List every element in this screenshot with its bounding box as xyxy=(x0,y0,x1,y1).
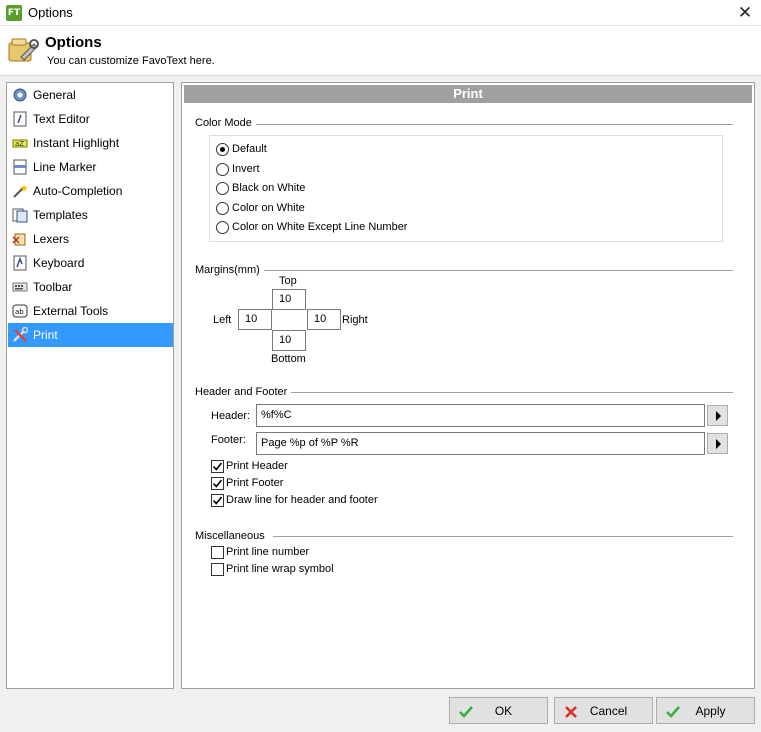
gear-icon xyxy=(13,88,27,102)
ok-label: OK xyxy=(494,704,513,718)
apply-label: Apply xyxy=(695,704,726,718)
radio-indicator[interactable] xyxy=(216,221,229,234)
line-marker-icon xyxy=(13,159,27,175)
header-field[interactable]: %f%C xyxy=(256,404,705,427)
lexers-icon xyxy=(12,233,26,246)
divider xyxy=(273,536,733,537)
checkbox-label: Print Header xyxy=(226,460,288,472)
radio-label: Color on White Except Line Number xyxy=(232,221,408,233)
header-title: Options xyxy=(45,34,102,51)
ok-button[interactable]: OK xyxy=(449,697,548,724)
checkbox-box[interactable] xyxy=(211,563,224,576)
sidebar-item-templates[interactable]: Templates xyxy=(8,203,173,227)
divider xyxy=(252,124,733,125)
text-editor-icon xyxy=(13,111,27,127)
window-title: Options xyxy=(28,5,73,20)
checkbox-label: Draw line for header and footer xyxy=(226,494,378,506)
close-button[interactable]: ✕ xyxy=(729,0,761,26)
checkbox-box[interactable] xyxy=(211,546,224,559)
sidebar-item-label: Print xyxy=(33,328,58,342)
options-icon xyxy=(8,38,39,62)
sidebar-item-text-editor[interactable]: Text Editor xyxy=(8,107,173,131)
misc-label: Miscellaneous xyxy=(195,530,269,542)
header-insert-button[interactable] xyxy=(707,405,728,426)
highlight-icon: aZ xyxy=(12,139,28,148)
margin-left-label: Left xyxy=(213,314,232,326)
sidebar-item-line-marker[interactable]: Line Marker xyxy=(8,155,173,179)
radio-indicator[interactable] xyxy=(216,143,229,156)
footer-insert-button[interactable] xyxy=(707,433,728,454)
margin-bottom-input[interactable]: 10 xyxy=(272,330,306,351)
title-bar: FT Options ✕ xyxy=(0,0,761,26)
sidebar-item-label: Templates xyxy=(33,208,88,222)
sidebar-item-lexers[interactable]: Lexers xyxy=(8,227,173,251)
sidebar-item-keyboard[interactable]: Keyboard xyxy=(8,251,173,275)
radio-label: Default xyxy=(232,143,267,155)
header-subtitle: You can customize FavoText here. xyxy=(47,55,215,67)
keyboard-icon xyxy=(13,255,27,271)
margin-top-label: Top xyxy=(279,275,297,287)
radio-label: Color on White xyxy=(232,202,305,214)
margin-right-input[interactable]: 10 xyxy=(307,309,341,330)
divider xyxy=(260,270,733,271)
checkbox-label: Print Footer xyxy=(226,477,284,489)
sidebar-item-instant-highlight[interactable]: aZ Instant Highlight xyxy=(8,131,173,155)
divider xyxy=(289,392,733,393)
sidebar-item-auto-completion[interactable]: Auto-Completion xyxy=(8,179,173,203)
margin-top-input[interactable]: 10 xyxy=(272,289,306,310)
svg-text:aZ: aZ xyxy=(15,140,24,148)
dialog-header: Options You can customize FavoText here. xyxy=(0,26,761,76)
apply-button[interactable]: Apply xyxy=(656,697,755,724)
external-tools-icon: ab xyxy=(12,304,28,318)
sidebar-item-label: Lexers xyxy=(33,232,70,246)
sidebar-item-external-tools[interactable]: ab External Tools xyxy=(8,299,173,323)
checkbox-box[interactable] xyxy=(211,477,224,490)
section-title: Print xyxy=(184,85,752,103)
svg-text:ab: ab xyxy=(15,308,24,316)
footer-field[interactable]: Page %p of %P %R xyxy=(256,432,705,455)
radio-indicator[interactable] xyxy=(216,182,229,195)
margin-bottom-label: Bottom xyxy=(271,353,306,365)
radio-indicator[interactable] xyxy=(216,202,229,215)
sidebar-item-general[interactable]: General xyxy=(8,83,173,107)
margin-left-input[interactable]: 10 xyxy=(238,309,272,330)
margin-right-label: Right xyxy=(342,314,368,326)
checkbox-label: Print line wrap symbol xyxy=(226,563,334,575)
color-mode-label: Color Mode xyxy=(195,117,256,129)
tools-icon xyxy=(13,327,28,342)
templates-icon xyxy=(12,208,28,223)
radio-label: Black on White xyxy=(232,182,306,194)
checkbox-box[interactable] xyxy=(211,460,224,473)
toolbar-icon xyxy=(12,282,28,292)
sidebar-item-label: Line Marker xyxy=(33,160,97,174)
checkbox-box[interactable] xyxy=(211,494,224,507)
wand-icon xyxy=(13,184,28,198)
sidebar-item-label: Instant Highlight xyxy=(33,136,120,150)
header-footer-label: Header and Footer xyxy=(195,386,292,398)
radio-label: Invert xyxy=(232,163,260,175)
radio-indicator[interactable] xyxy=(216,163,229,176)
sidebar-item-print[interactable]: Print xyxy=(8,323,173,347)
header-field-label: Header: xyxy=(211,410,251,422)
sidebar-item-label: Keyboard xyxy=(33,256,85,270)
sidebar-item-toolbar[interactable]: Toolbar xyxy=(8,275,173,299)
footer-field-label: Footer: xyxy=(211,434,246,446)
sidebar-item-label: Toolbar xyxy=(33,280,73,294)
options-category-list: General Text Editor aZ Instant Highlight… xyxy=(6,82,174,689)
cancel-button[interactable]: Cancel xyxy=(554,697,653,724)
cancel-label: Cancel xyxy=(589,704,628,718)
app-logo-icon: FT xyxy=(6,5,22,21)
sidebar-item-label: External Tools xyxy=(33,304,109,318)
margins-label: Margins(mm) xyxy=(195,264,264,276)
sidebar-item-label: Auto-Completion xyxy=(33,184,123,198)
sidebar-item-label: General xyxy=(33,88,76,102)
checkbox-label: Print line number xyxy=(226,546,310,558)
sidebar-item-label: Text Editor xyxy=(33,112,90,126)
